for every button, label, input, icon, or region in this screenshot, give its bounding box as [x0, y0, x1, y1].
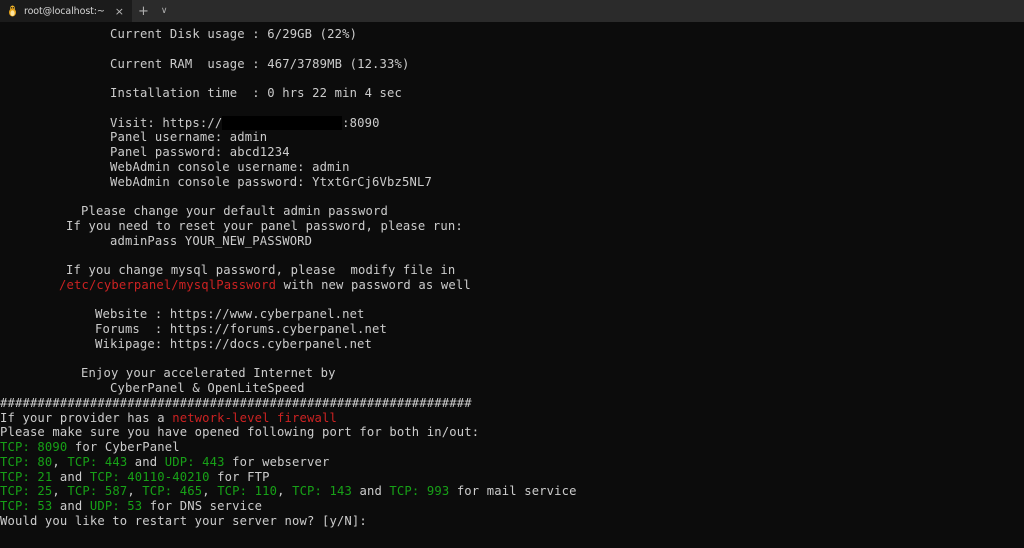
terminal-line: Installation time : 0 hrs 22 min 4 sec	[0, 86, 1024, 101]
terminal-text: Wikipage: https://docs.cyberpanel.net	[95, 336, 373, 351]
window-title-bar: root@localhost:~ × + ∨	[0, 0, 1024, 22]
port-token: TCP: 21	[0, 469, 53, 484]
terminal-line: Please change your default admin passwor…	[0, 204, 1024, 219]
terminal-text: for mail service	[449, 484, 577, 499]
terminal-line: Would you like to restart your server no…	[0, 514, 1024, 529]
terminal-text: Please make sure you have opened followi…	[0, 425, 480, 440]
port-token: TCP: 80	[0, 454, 53, 469]
highlight-token: network-level firewall	[172, 410, 337, 425]
terminal-line: TCP: 25, TCP: 587, TCP: 465, TCP: 110, T…	[0, 484, 1024, 499]
port-token: TCP: 8090	[0, 440, 68, 454]
terminal-text: Installation time : 0 hrs 22 min 4 sec	[110, 86, 403, 100]
tux-penguin-icon	[7, 5, 18, 17]
terminal-text: Panel password: abcd1234	[110, 145, 290, 159]
port-token: UDP: 53	[89, 499, 143, 513]
port-token: TCP: 443	[67, 454, 128, 469]
terminal-line: Enjoy your accelerated Internet by	[0, 366, 1024, 381]
terminal-line: If your provider has a network-level fir…	[0, 411, 1024, 426]
terminal-line: Panel username: admin	[0, 130, 1024, 145]
port-token: TCP: 110	[217, 484, 278, 499]
terminal-text: :8090	[342, 115, 380, 130]
terminal-text: ,	[52, 454, 68, 469]
terminal-text: ########################################…	[0, 395, 472, 410]
terminal-text: and	[351, 484, 390, 499]
terminal-text: and	[52, 469, 90, 484]
terminal-text: and	[127, 454, 165, 469]
terminal-line: WebAdmin console password: YtxtGrCj6Vbz5…	[0, 175, 1024, 190]
port-token: TCP: 993	[389, 484, 450, 499]
terminal-text: If you change mysql password, please mod…	[66, 263, 456, 277]
terminal-line: TCP: 53 and UDP: 53 for DNS service	[0, 499, 1024, 514]
terminal-line: Visit: https:// :8090	[0, 115, 1024, 131]
terminal-text: WebAdmin console username: admin	[110, 159, 350, 174]
terminal-text: CyberPanel & OpenLiteSpeed	[110, 381, 305, 395]
close-icon[interactable]: ×	[113, 6, 126, 17]
terminal-line: WebAdmin console username: admin	[0, 160, 1024, 175]
terminal-text: ,	[127, 484, 143, 499]
terminal-text: ,	[202, 484, 218, 499]
terminal-line: Current RAM usage : 467/3789MB (12.33%)	[0, 57, 1024, 72]
terminal-text: for DNS service	[142, 499, 263, 513]
redacted-host-bar	[222, 115, 343, 131]
port-token: TCP: 587	[67, 484, 128, 499]
tab-title: root@localhost:~	[24, 5, 105, 17]
terminal-text: WebAdmin console password: YtxtGrCj6Vbz5…	[110, 174, 432, 189]
terminal-line: adminPass YOUR_NEW_PASSWORD	[0, 234, 1024, 249]
terminal-text: Forums : https://forums.cyberpanel.net	[95, 322, 388, 336]
port-token: TCP: 53	[0, 499, 53, 513]
terminal-text: Enjoy your accelerated Internet by	[81, 366, 336, 381]
port-token: TCP: 465	[142, 484, 203, 499]
terminal-text: for CyberPanel	[67, 440, 180, 454]
terminal-text: ,	[277, 484, 293, 499]
terminal-text: Please change your default admin passwor…	[81, 204, 388, 218]
terminal-line: /etc/cyberpanel/mysqlPassword with new p…	[0, 278, 1024, 293]
highlight-token: /etc/cyberpanel/mysqlPassword	[59, 277, 277, 292]
terminal-line: Website : https://www.cyberpanel.net	[0, 307, 1024, 322]
terminal-text: ,	[52, 484, 68, 499]
terminal-text: with new password as well	[276, 277, 471, 292]
port-token: TCP: 143	[292, 484, 352, 499]
terminal-text: Website : https://www.cyberpanel.net	[95, 307, 365, 322]
terminal-line: CyberPanel & OpenLiteSpeed	[0, 381, 1024, 396]
terminal-text: and	[52, 499, 90, 513]
terminal-text-container: Current Disk usage : 6/29GB (22%) Curren…	[0, 22, 1024, 529]
terminal-line: Current Disk usage : 6/29GB (22%)	[0, 27, 1024, 42]
terminal-tab-root-localhost[interactable]: root@localhost:~ ×	[0, 0, 132, 22]
terminal-text: Panel username: admin	[110, 130, 268, 145]
terminal-line: If you change mysql password, please mod…	[0, 263, 1024, 278]
terminal-text: Current RAM usage : 467/3789MB (12.33%)	[110, 56, 410, 71]
terminal-text: for FTP	[209, 469, 270, 484]
terminal-text: Visit: https://	[110, 115, 223, 130]
chevron-down-icon[interactable]: ∨	[155, 0, 174, 22]
new-tab-button[interactable]: +	[132, 0, 155, 22]
terminal-line: If you need to reset your panel password…	[0, 219, 1024, 234]
terminal-text: for webserver	[224, 454, 330, 469]
terminal-line: Please make sure you have opened followi…	[0, 425, 1024, 440]
terminal-line: TCP: 8090 for CyberPanel	[0, 440, 1024, 455]
terminal-line: TCP: 21 and TCP: 40110-40210 for FTP	[0, 470, 1024, 485]
port-token: TCP: 25	[0, 484, 53, 499]
terminal-line: ########################################…	[0, 396, 1024, 411]
terminal-text: adminPass YOUR_NEW_PASSWORD	[110, 233, 313, 248]
terminal-text: Current Disk usage : 6/29GB (22%)	[110, 27, 358, 41]
terminal-output-area[interactable]: Current Disk usage : 6/29GB (22%) Curren…	[0, 22, 1024, 548]
terminal-line: Panel password: abcd1234	[0, 145, 1024, 160]
port-token: UDP: 443	[164, 454, 225, 469]
terminal-line: Forums : https://forums.cyberpanel.net	[0, 322, 1024, 337]
terminal-line: Wikipage: https://docs.cyberpanel.net	[0, 337, 1024, 352]
terminal-text: If your provider has a	[0, 410, 173, 425]
terminal-text: If you need to reset your panel password…	[66, 218, 463, 233]
port-token: TCP: 40110-40210	[89, 469, 210, 484]
terminal-text: Would you like to restart your server no…	[0, 513, 375, 528]
terminal-line: TCP: 80, TCP: 443 and UDP: 443 for webse…	[0, 455, 1024, 470]
